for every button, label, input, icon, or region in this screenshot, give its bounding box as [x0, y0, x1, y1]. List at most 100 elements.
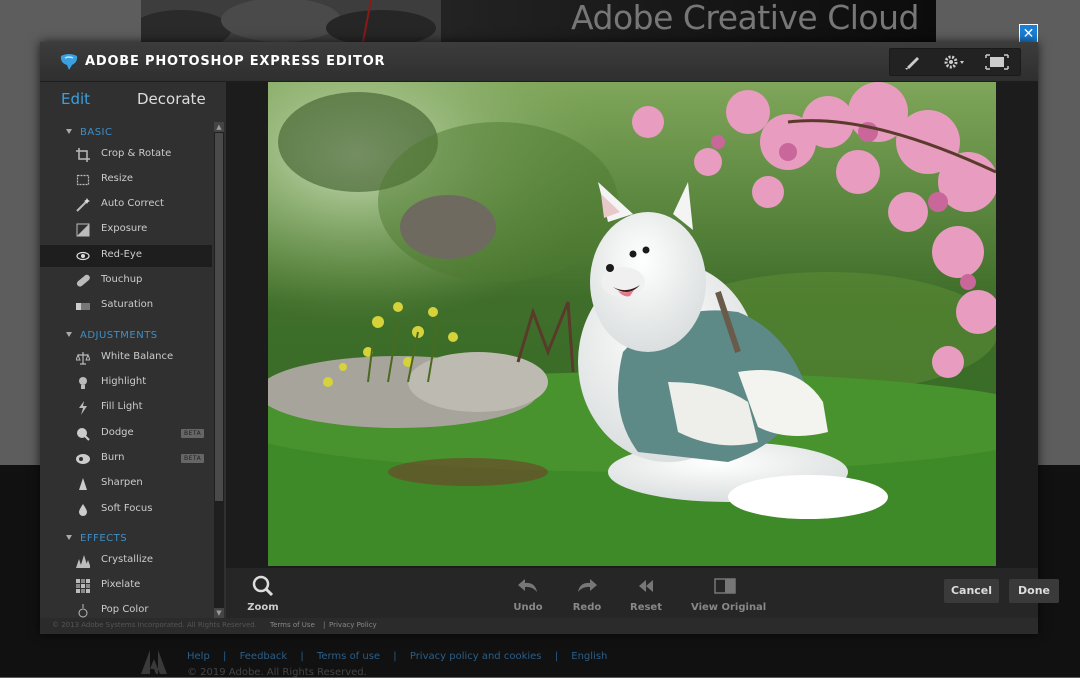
collapse-triangle-icon [66, 332, 72, 337]
adobe-logo-icon [141, 650, 167, 674]
tool-highlight[interactable]: Highlight [40, 372, 212, 394]
photoshop-express-logo-icon [60, 54, 78, 70]
dodge-icon [77, 428, 90, 441]
brush-button[interactable] [898, 53, 928, 71]
scroll-up-icon[interactable]: ▲ [214, 122, 224, 132]
tab-decorate[interactable]: Decorate [137, 90, 206, 108]
scroll-down-icon[interactable]: ▼ [214, 608, 224, 618]
tool-exposure[interactable]: Exposure [40, 219, 212, 241]
footer-link-help[interactable]: Help [187, 651, 210, 662]
tool-touchup[interactable]: Touchup [40, 270, 212, 292]
scroll-thumb[interactable] [215, 133, 223, 501]
tool-pixelate[interactable]: Pixelate [40, 575, 212, 597]
tool-auto-correct[interactable]: Auto Correct [40, 194, 212, 216]
tool-red-eye[interactable]: Red-Eye [40, 245, 212, 267]
gear-icon [944, 55, 964, 69]
footer-separator: | [223, 651, 227, 662]
redo-label: Redo [572, 602, 602, 613]
zoom-label: Zoom [247, 602, 279, 613]
app-title: ADOBE PHOTOSHOP EXPRESS EDITOR [85, 54, 386, 69]
section-basic-label: BASIC [80, 127, 113, 138]
tool-red-eye-label: Red-Eye [101, 249, 142, 260]
undo-icon [518, 579, 537, 592]
fullscreen-icon [985, 54, 1009, 70]
tool-pop-color-label: Pop Color [101, 604, 149, 615]
crop-icon [76, 148, 90, 162]
tool-burn[interactable]: Burn BETA [40, 448, 212, 470]
reset-label: Reset [630, 602, 662, 613]
banner-title: Adobe Creative Cloud [571, 0, 919, 37]
tool-touchup-label: Touchup [101, 274, 143, 285]
tool-crystallize[interactable]: Crystallize [40, 550, 212, 572]
section-effects[interactable]: EFFECTS [66, 533, 127, 547]
tool-pop-color[interactable]: Pop Color [40, 600, 212, 618]
banner-rocks-image [141, 0, 441, 42]
cancel-button[interactable]: Cancel [944, 579, 999, 603]
tool-soft-focus-label: Soft Focus [101, 503, 153, 514]
photo-samoyed-in-garden[interactable] [268, 82, 996, 566]
privacy-policy-link[interactable]: Privacy Policy [329, 621, 377, 629]
tools-sidebar: Edit Decorate BASIC Crop & Rotate Resize… [40, 82, 226, 618]
footer-link-privacy[interactable]: Privacy policy and cookies [410, 651, 542, 662]
lightbulb-icon [79, 377, 87, 389]
undo-button[interactable]: Undo [513, 574, 543, 613]
tool-soft-focus[interactable]: Soft Focus [40, 499, 212, 521]
tool-exposure-label: Exposure [101, 223, 148, 234]
tool-resize-label: Resize [101, 173, 134, 184]
done-button[interactable]: Done [1009, 579, 1059, 603]
tool-dodge-label: Dodge [101, 427, 134, 438]
balance-scale-icon [76, 352, 90, 365]
tool-crop-rotate[interactable]: Crop & Rotate [40, 144, 212, 166]
beta-badge: BETA [181, 429, 205, 438]
compare-icon [714, 578, 736, 594]
tool-saturation[interactable]: Saturation [40, 295, 212, 317]
bandage-icon [76, 274, 90, 287]
footer-link-feedback[interactable]: Feedback [240, 651, 288, 662]
editor-bottom-toolbar: Zoom Undo Redo Reset View Original Cance… [226, 568, 1059, 618]
section-basic[interactable]: BASIC [66, 127, 112, 141]
footer-link-language[interactable]: English [571, 651, 607, 662]
tool-white-balance-label: White Balance [101, 351, 174, 362]
saturation-icon [76, 303, 90, 310]
collapse-triangle-icon [66, 535, 72, 540]
tool-list-scrollbar[interactable]: ▲ ▼ [214, 122, 224, 618]
footer-separator: | [393, 651, 397, 662]
image-canvas-area [226, 82, 1038, 568]
tool-burn-label: Burn [101, 452, 125, 463]
beta-badge: BETA [181, 454, 205, 463]
terms-of-use-link[interactable]: Terms of Use [270, 621, 315, 629]
tool-dodge[interactable]: Dodge BETA [40, 423, 212, 445]
tab-edit[interactable]: Edit [61, 90, 90, 108]
tool-resize[interactable]: Resize [40, 169, 212, 191]
titlebar-tools [889, 48, 1021, 76]
tool-auto-correct-label: Auto Correct [101, 198, 164, 209]
editor-copyright: © 2013 Adobe Systems Incorporated. All R… [52, 621, 257, 629]
page-copyright: © 2019 Adobe. All Rights Reserved. [187, 667, 367, 678]
reset-button[interactable]: Reset [630, 574, 662, 613]
settings-button[interactable] [938, 53, 968, 71]
view-original-label: View Original [691, 602, 767, 613]
footer-link-terms[interactable]: Terms of use [317, 651, 380, 662]
section-adjustments-label: ADJUSTMENTS [80, 330, 158, 341]
tool-crop-label: Crop & Rotate [101, 148, 172, 159]
section-adjustments[interactable]: ADJUSTMENTS [66, 330, 158, 344]
tool-fill-light[interactable]: Fill Light [40, 397, 212, 419]
fullscreen-button[interactable] [982, 53, 1012, 71]
undo-label: Undo [513, 602, 543, 613]
photoshop-express-editor: ADOBE PHOTOSHOP EXPRESS EDITOR Edit Deco… [40, 42, 1059, 634]
editor-titlebar: ADOBE PHOTOSHOP EXPRESS EDITOR [40, 42, 1038, 82]
zoom-button[interactable]: Zoom [246, 574, 280, 613]
tool-sharpen[interactable]: Sharpen [40, 473, 212, 495]
page-footer: Help | Feedback | Terms of use | Privacy… [141, 648, 941, 678]
footer-separator: | [323, 621, 326, 629]
droplet-icon [79, 504, 87, 516]
magic-wand-icon [76, 198, 90, 212]
eye-icon [76, 251, 90, 261]
redo-button[interactable]: Redo [572, 574, 602, 613]
tool-white-balance[interactable]: White Balance [40, 347, 212, 369]
view-original-button[interactable]: View Original [691, 574, 767, 613]
burn-icon [76, 454, 90, 464]
creative-cloud-banner: Adobe Creative Cloud [141, 0, 936, 42]
footer-separator: | [300, 651, 304, 662]
close-button[interactable]: ✕ [1019, 24, 1038, 43]
